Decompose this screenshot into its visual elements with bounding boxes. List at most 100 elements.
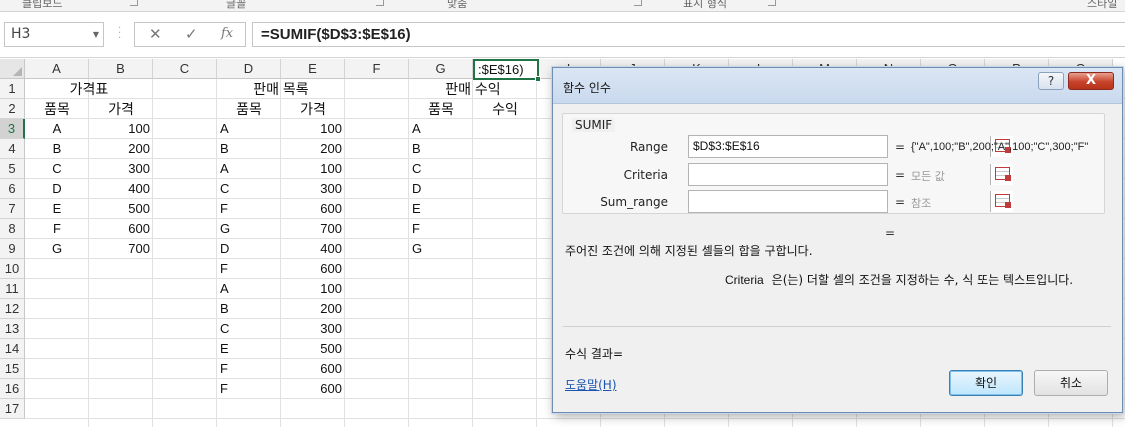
criteria-input[interactable] [688, 163, 1013, 186]
row-header-6[interactable]: 6 [0, 179, 25, 199]
active-cell[interactable]: :$E$16) [473, 59, 541, 82]
row-header-11[interactable]: 11 [0, 279, 25, 299]
revenue-header-amount[interactable]: 수익 [473, 99, 537, 119]
sales-list-header-item[interactable]: 품목 [217, 99, 281, 119]
cell-e9[interactable]: 400 [281, 239, 345, 259]
criteria-collapse-icon[interactable] [990, 164, 1013, 185]
cell-g5[interactable]: C [409, 159, 473, 179]
cell-a3[interactable]: A [25, 119, 89, 139]
cell-e8[interactable]: 700 [281, 219, 345, 239]
insert-function-icon[interactable]: fx [221, 26, 233, 41]
cell-d3[interactable]: A [217, 119, 281, 139]
cell-g8[interactable]: F [409, 219, 473, 239]
sum-range-collapse-icon[interactable] [990, 191, 1013, 212]
cell-a9[interactable]: G [25, 239, 89, 259]
cell-b5[interactable]: 300 [89, 159, 153, 179]
row-header-17[interactable]: 17 [0, 399, 25, 419]
column-header-e[interactable]: E [281, 59, 345, 79]
row-header-7[interactable]: 7 [0, 199, 25, 219]
row-header-9[interactable]: 9 [0, 239, 25, 259]
cell-d10[interactable]: F [217, 259, 281, 279]
cell-e4[interactable]: 200 [281, 139, 345, 159]
cell-d15[interactable]: F [217, 359, 281, 379]
select-all-corner[interactable] [0, 59, 25, 79]
name-box[interactable]: H3 ▼ [4, 22, 104, 47]
sales-list-header-price[interactable]: 가격 [281, 99, 345, 119]
cell-g6[interactable]: D [409, 179, 473, 199]
cell-e6[interactable]: 300 [281, 179, 345, 199]
chevron-down-icon[interactable]: ▼ [93, 23, 99, 46]
cell-d11[interactable]: A [217, 279, 281, 299]
cell-e10[interactable]: 600 [281, 259, 345, 279]
cell-e14[interactable]: 500 [281, 339, 345, 359]
cell-a6[interactable]: D [25, 179, 89, 199]
row-header-13[interactable]: 13 [0, 319, 25, 339]
price-table-header-price[interactable]: 가격 [89, 99, 153, 119]
sum-range-input[interactable] [688, 190, 1013, 213]
cell-d12[interactable]: B [217, 299, 281, 319]
row-header-10[interactable]: 10 [0, 259, 25, 279]
cell-d6[interactable]: C [217, 179, 281, 199]
revenue-header-item[interactable]: 품목 [409, 99, 473, 119]
cell-e13[interactable]: 300 [281, 319, 345, 339]
cell-g9[interactable]: G [409, 239, 473, 259]
cell-e3[interactable]: 100 [281, 119, 345, 139]
row-header-2[interactable]: 2 [0, 99, 25, 119]
cell-a4[interactable]: B [25, 139, 89, 159]
formula-input[interactable]: =SUMIF($D$3:$E$16) [252, 22, 1125, 47]
column-header-c[interactable]: C [153, 59, 217, 79]
cell-b7[interactable]: 500 [89, 199, 153, 219]
range-input[interactable]: $D$3:$E$16 [688, 135, 1013, 158]
row-header-15[interactable]: 15 [0, 359, 25, 379]
cell-d4[interactable]: B [217, 139, 281, 159]
cell-e15[interactable]: 600 [281, 359, 345, 379]
cell-d14[interactable]: E [217, 339, 281, 359]
cell-e12[interactable]: 200 [281, 299, 345, 319]
cell-b4[interactable]: 200 [89, 139, 153, 159]
row-header-12[interactable]: 12 [0, 299, 25, 319]
ok-button[interactable]: 확인 [949, 370, 1023, 396]
revenue-table-title[interactable]: 판매 수익 [409, 79, 537, 99]
column-header-a[interactable]: A [25, 59, 89, 79]
column-header-f[interactable]: F [345, 59, 409, 79]
font-launcher-icon[interactable] [376, 0, 384, 6]
alignment-launcher-icon[interactable] [634, 0, 642, 6]
cell-g3[interactable]: A [409, 119, 473, 139]
column-header-d[interactable]: D [217, 59, 281, 79]
cell-e11[interactable]: 100 [281, 279, 345, 299]
dialog-title-bar[interactable]: 함수 인수 ? X [553, 68, 1122, 104]
price-table-header-item[interactable]: 품목 [25, 99, 89, 119]
cell-e7[interactable]: 600 [281, 199, 345, 219]
close-button[interactable]: X [1068, 72, 1114, 90]
number-launcher-icon[interactable] [768, 0, 776, 6]
help-button[interactable]: ? [1038, 72, 1064, 90]
column-header-b[interactable]: B [89, 59, 153, 79]
cell-d8[interactable]: G [217, 219, 281, 239]
cell-b6[interactable]: 400 [89, 179, 153, 199]
cell-g7[interactable]: E [409, 199, 473, 219]
cell-g4[interactable]: B [409, 139, 473, 159]
cell-d7[interactable]: F [217, 199, 281, 219]
cell-d9[interactable]: D [217, 239, 281, 259]
cell-b9[interactable]: 700 [89, 239, 153, 259]
cell-a7[interactable]: E [25, 199, 89, 219]
column-header-g[interactable]: G [409, 59, 473, 79]
row-header-1[interactable]: 1 [0, 79, 25, 99]
cell-e16[interactable]: 600 [281, 379, 345, 399]
help-link[interactable]: 도움말(H) [565, 376, 617, 393]
cell-a8[interactable]: F [25, 219, 89, 239]
cell-e5[interactable]: 100 [281, 159, 345, 179]
cell-a5[interactable]: C [25, 159, 89, 179]
row-header-3[interactable]: 3 [0, 119, 25, 139]
enter-icon[interactable]: ✓ [185, 25, 198, 43]
sales-list-title[interactable]: 판매 목록 [217, 79, 345, 99]
cell-d13[interactable]: C [217, 319, 281, 339]
cell-b3[interactable]: 100 [89, 119, 153, 139]
row-header-4[interactable]: 4 [0, 139, 25, 159]
row-header-8[interactable]: 8 [0, 219, 25, 239]
clipboard-launcher-icon[interactable] [130, 0, 138, 6]
row-header-14[interactable]: 14 [0, 339, 25, 359]
drag-handle-icon[interactable]: · · · [118, 24, 121, 44]
price-table-title[interactable]: 가격표 [25, 79, 153, 99]
row-header-16[interactable]: 16 [0, 379, 25, 399]
